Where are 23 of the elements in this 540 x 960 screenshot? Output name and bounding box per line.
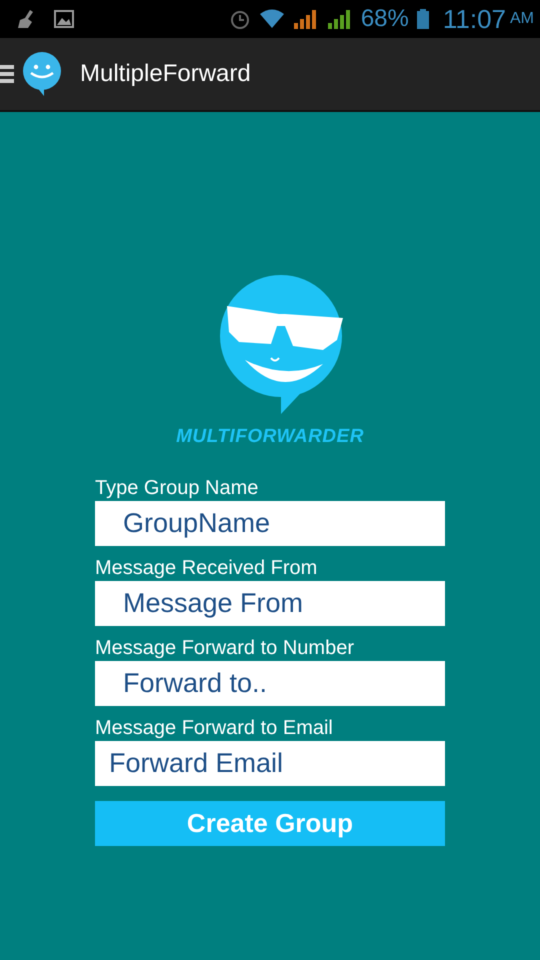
field-label: Message Forward to Email xyxy=(95,716,334,741)
field-label: Message Received From xyxy=(95,556,318,581)
alarm-icon xyxy=(228,8,251,30)
input-field[interactable]: Forward to.. xyxy=(95,661,445,706)
clock-meridiem: AM xyxy=(510,10,534,28)
image-icon xyxy=(54,10,74,28)
signal-icon xyxy=(326,9,353,29)
sunglasses-smiley-logo-icon xyxy=(219,274,345,414)
menu-icon[interactable] xyxy=(0,62,14,86)
input-field[interactable]: GroupName xyxy=(95,501,445,546)
battery-percent: 68% xyxy=(360,5,409,33)
signal-icon xyxy=(292,9,319,29)
field-label: Type Group Name xyxy=(95,476,260,501)
smiley-bubble-icon[interactable] xyxy=(22,52,62,96)
wifi-icon xyxy=(258,9,285,29)
clock-time: 11:07 xyxy=(442,4,506,34)
brand-wordmark: MULTIFORWARDER xyxy=(176,426,364,448)
app-title: MultipleForward xyxy=(80,60,251,88)
field-label: Message Forward to Number xyxy=(95,636,355,661)
battery-icon xyxy=(416,9,429,29)
input-field[interactable]: Forward Email xyxy=(95,741,445,786)
input-field[interactable]: Message From xyxy=(95,581,445,626)
create-group-button[interactable]: Create Group xyxy=(95,801,445,846)
